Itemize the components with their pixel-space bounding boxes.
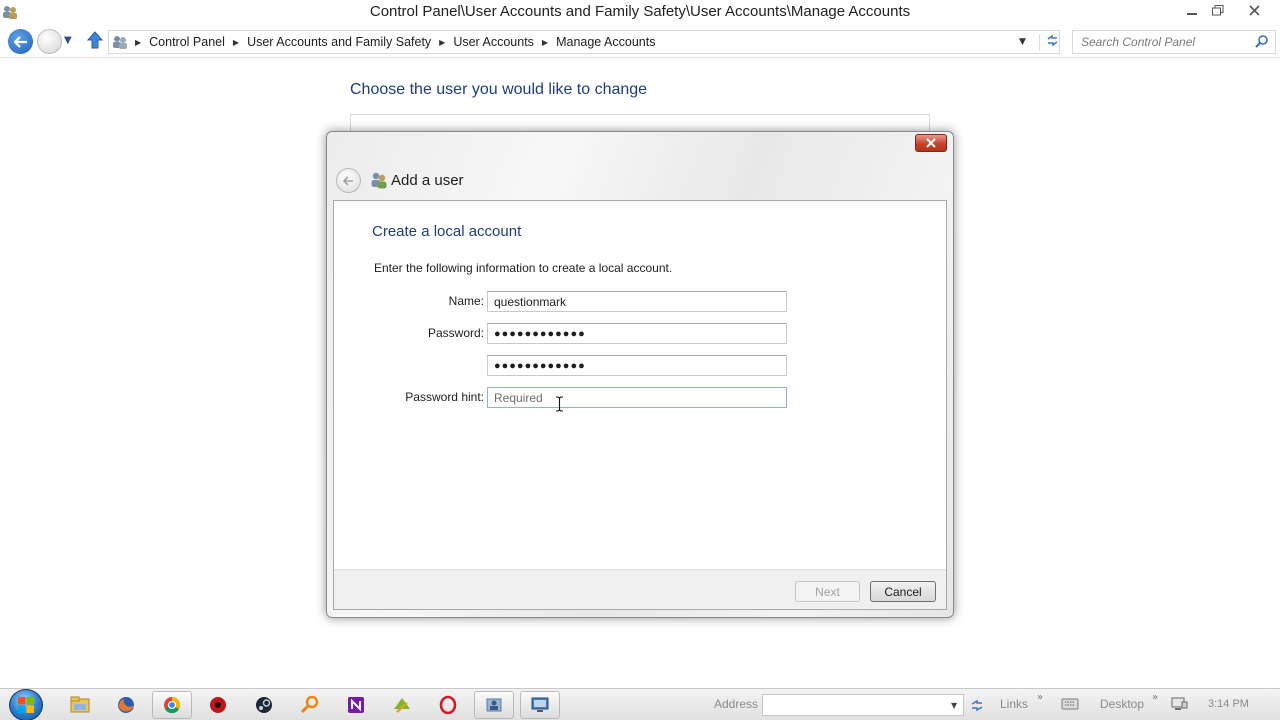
taskbar-opera[interactable] — [428, 691, 468, 719]
taskbar-go-button[interactable] — [966, 695, 988, 715]
chevron-right-icon[interactable]: ▶ — [135, 38, 141, 47]
remote-desktop-icon — [531, 697, 549, 712]
recent-pages-dropdown[interactable]: ▼ — [64, 35, 72, 46]
steam-icon — [256, 697, 272, 713]
password-hint-field[interactable] — [487, 387, 787, 408]
firefox-icon — [118, 697, 134, 713]
name-field[interactable] — [487, 291, 787, 312]
taskbar-address-dropdown[interactable]: ▼ — [951, 701, 957, 710]
file-explorer-icon — [70, 696, 90, 713]
page-title: Choose the user you would like to change — [350, 81, 648, 98]
forward-button[interactable] — [37, 29, 62, 54]
add-user-dialog: Add a user Create a local account Enter … — [326, 131, 954, 618]
minimize-button[interactable] — [1180, 2, 1204, 19]
password-field[interactable] — [487, 323, 787, 344]
taskbar: Address ▼ Links » Desktop » 3:14 PM — [0, 688, 1280, 720]
address-dropdown-button[interactable]: ▼ — [1019, 37, 1026, 47]
start-button[interactable] — [9, 689, 43, 720]
restore-button[interactable] — [1206, 2, 1230, 19]
close-icon — [1248, 5, 1260, 16]
system-clock[interactable]: 3:14 PM — [1208, 698, 1249, 710]
up-level-button[interactable] — [86, 31, 104, 54]
control-panel-icon — [113, 36, 127, 49]
back-arrow-icon — [13, 35, 27, 48]
navigation-bar: ▼ ▶ Control Panel ▶ User Accounts and Fa… — [0, 26, 1280, 58]
taskbar-address-label: Address — [714, 697, 759, 711]
chrome-icon — [164, 696, 181, 714]
password-hint-label: Password hint: — [405, 390, 484, 404]
taskbar-steam[interactable] — [244, 691, 284, 719]
restore-icon — [1212, 5, 1224, 16]
up-arrow-icon — [86, 31, 104, 49]
dialog-close-button[interactable] — [915, 134, 947, 152]
taskbar-user-accounts[interactable] — [474, 691, 514, 719]
go-arrow-icon — [971, 699, 983, 711]
network-icon[interactable] — [1170, 696, 1188, 712]
name-label: Name: — [448, 294, 484, 308]
window-titlebar: Control Panel\User Accounts and Family S… — [0, 0, 1280, 24]
address-bar[interactable]: ▶ Control Panel ▶ User Accounts and Fami… — [108, 30, 1060, 54]
dialog-content: Create a local account Enter the followi… — [333, 200, 947, 610]
taskbar-remote-desktop[interactable] — [520, 691, 560, 719]
search-box[interactable] — [1072, 30, 1276, 54]
keyboard-icon[interactable] — [1061, 697, 1079, 711]
next-button[interactable]: Next — [795, 581, 860, 602]
chevron-right-icon[interactable]: ▶ — [233, 38, 239, 47]
taskbar-chrome[interactable] — [152, 691, 192, 719]
chevron-double-right-icon[interactable]: » — [1037, 692, 1043, 703]
search-input[interactable] — [1081, 35, 1251, 49]
chevron-right-icon[interactable]: ▶ — [542, 38, 548, 47]
chevron-right-icon[interactable]: ▶ — [439, 38, 445, 47]
taskbar-green-app[interactable] — [382, 691, 422, 719]
window-title: Control Panel\User Accounts and Family S… — [369, 3, 911, 20]
taskbar-red-app[interactable] — [198, 691, 238, 719]
dialog-footer: Next Cancel — [334, 569, 946, 609]
chevron-double-right-icon[interactable]: » — [1152, 692, 1158, 703]
opera-icon — [439, 695, 457, 715]
taskbar-address-input[interactable] — [762, 694, 964, 716]
user-accounts-icon — [371, 172, 387, 189]
text-cursor-icon — [556, 396, 563, 412]
taskbar-onenote[interactable] — [336, 691, 376, 719]
dialog-subtitle: Create a local account — [372, 223, 522, 240]
magnifier-icon — [300, 695, 319, 714]
dialog-title: Add a user — [391, 172, 464, 189]
breadcrumb-user-accounts[interactable]: User Accounts — [453, 35, 534, 49]
minimize-icon — [1187, 12, 1197, 15]
onenote-icon — [348, 697, 364, 713]
taskbar-search-app[interactable] — [290, 691, 330, 719]
red-record-icon — [210, 697, 226, 713]
cancel-button[interactable]: Cancel — [870, 581, 936, 602]
refresh-icon — [1047, 34, 1058, 47]
back-arrow-icon — [343, 175, 353, 186]
confirm-password-field[interactable] — [487, 355, 787, 376]
dialog-back-button[interactable] — [336, 168, 361, 193]
breadcrumb-user-accounts-family-safety[interactable]: User Accounts and Family Safety — [247, 35, 431, 49]
taskbar-links-toolbar[interactable]: Links — [1000, 697, 1028, 711]
green-app-icon — [394, 698, 410, 713]
breadcrumb-control-panel[interactable]: Control Panel — [149, 35, 225, 49]
user-accounts-icon — [486, 698, 502, 712]
breadcrumb-manage-accounts[interactable]: Manage Accounts — [556, 35, 655, 49]
windows-logo-icon — [18, 697, 34, 713]
window-close-button[interactable] — [1242, 2, 1266, 19]
close-icon — [926, 138, 936, 148]
search-icon[interactable] — [1254, 34, 1270, 50]
dialog-instruction: Enter the following information to creat… — [374, 261, 673, 275]
password-label: Password: — [427, 326, 484, 340]
taskbar-file-explorer[interactable] — [60, 691, 100, 719]
breadcrumb: ▶ Control Panel ▶ User Accounts and Fami… — [135, 35, 655, 49]
refresh-button[interactable] — [1039, 34, 1059, 51]
back-button[interactable] — [8, 29, 33, 54]
taskbar-desktop-toolbar[interactable]: Desktop — [1100, 697, 1144, 711]
taskbar-firefox[interactable] — [106, 691, 146, 719]
